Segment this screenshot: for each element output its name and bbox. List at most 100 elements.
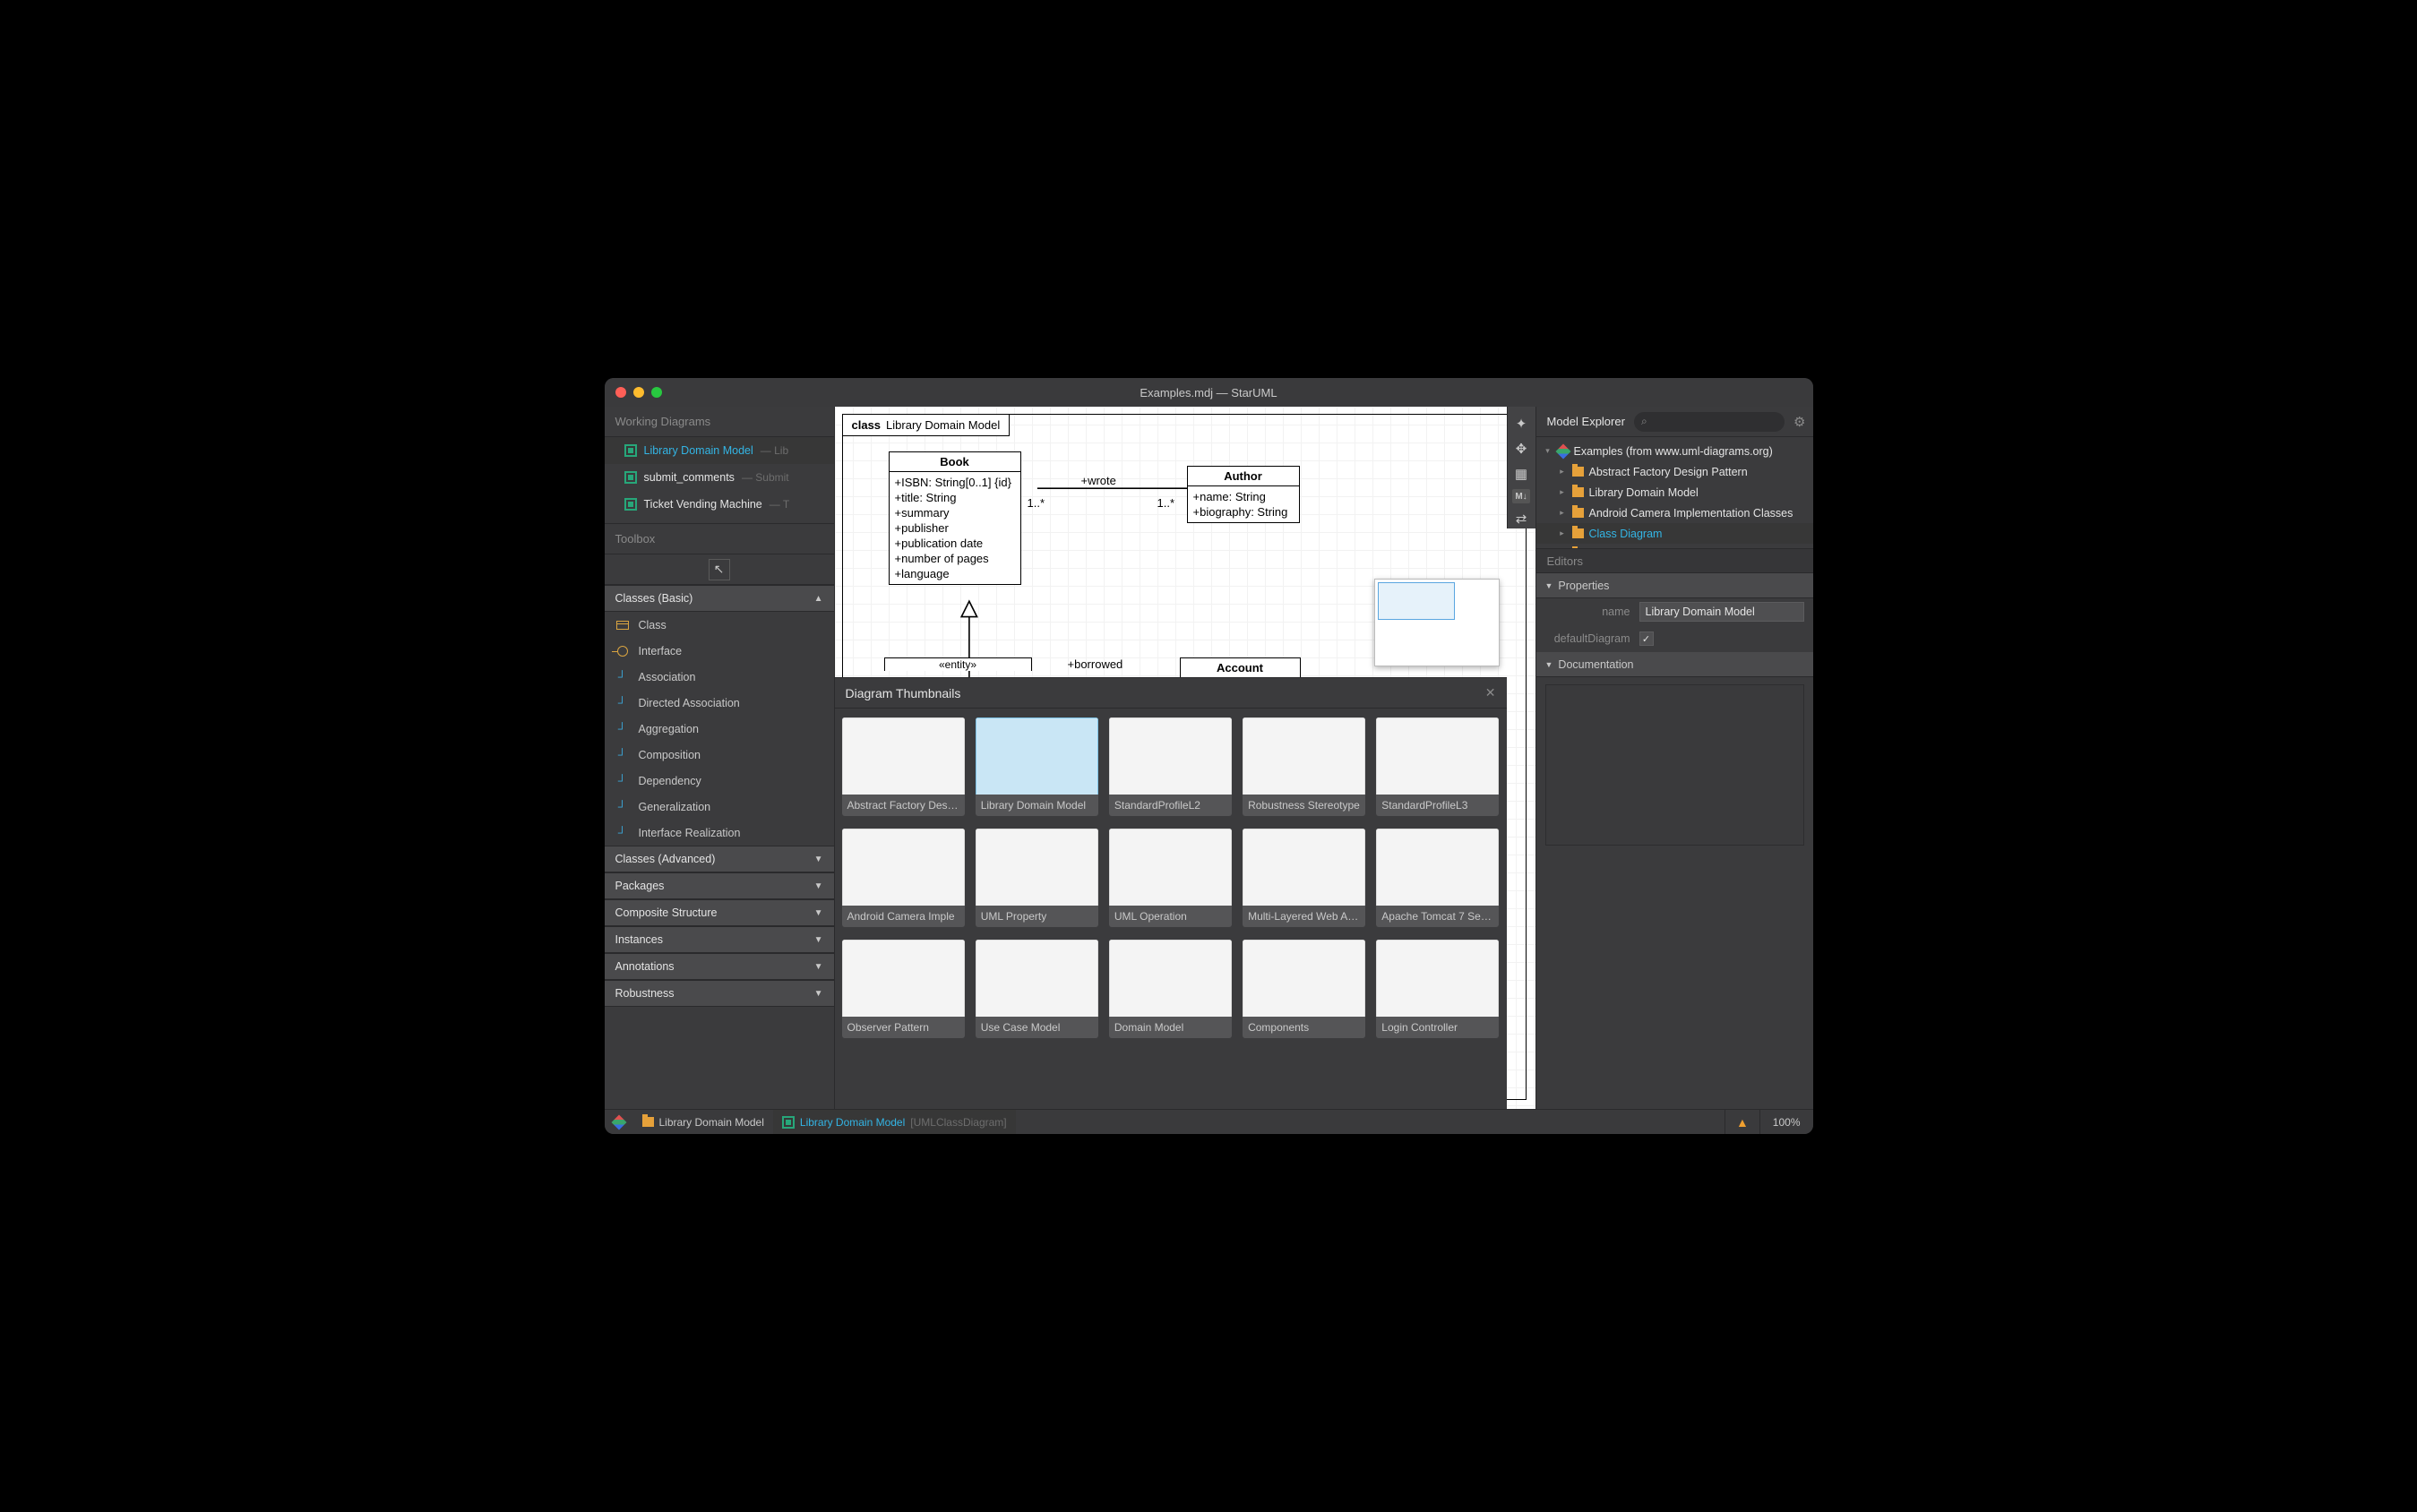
thumbnail-item[interactable]: Multi-Layered Web Arch — [1243, 829, 1365, 927]
share-icon[interactable]: ⇄ — [1511, 509, 1531, 528]
close-thumbnails-button[interactable]: ✕ — [1485, 685, 1496, 700]
toolbox-section[interactable]: Annotations▼ — [605, 953, 834, 980]
toolbox-item[interactable]: Class — [605, 612, 834, 638]
thumbnail-preview — [976, 940, 1098, 1017]
documentation-heading: Documentation — [1558, 658, 1633, 671]
gear-icon[interactable]: ⚙ — [1793, 414, 1805, 430]
thumbnail-item[interactable]: Components — [1243, 940, 1365, 1038]
working-diagrams-title: Working Diagrams — [605, 407, 834, 437]
uml-class-entity[interactable]: «entity» — [884, 657, 1032, 671]
minimap[interactable] — [1374, 579, 1500, 666]
search-input[interactable] — [1653, 414, 1777, 429]
status-cube[interactable] — [605, 1110, 633, 1134]
uml-class-account[interactable]: Account — [1180, 657, 1301, 677]
thumbnail-item[interactable]: StandardProfileL3 — [1376, 717, 1499, 816]
prop-defaultdiagram-checkbox[interactable]: ✓ — [1639, 631, 1654, 646]
toolbox-item[interactable]: ┘Generalization — [605, 794, 834, 820]
class-attributes: +ISBN: String[0..1] {id} +title: String … — [890, 472, 1020, 584]
close-window-button[interactable] — [615, 387, 626, 398]
maximize-window-button[interactable] — [651, 387, 662, 398]
uml-class-author[interactable]: Author +name: String +biography: String — [1187, 466, 1300, 523]
tree-root[interactable]: ▾Examples (from www.uml-diagrams.org) — [1536, 441, 1813, 461]
twisty-icon: ▸ — [1558, 467, 1567, 477]
uml-class-book[interactable]: Book +ISBN: String[0..1] {id} +title: St… — [889, 451, 1021, 585]
toolbox-item[interactable]: ┘Composition — [605, 742, 834, 768]
tree-item[interactable]: ▸Library Domain Model — [1536, 482, 1813, 503]
thumbnail-label: Multi-Layered Web Arch — [1243, 906, 1365, 927]
window-controls — [615, 387, 662, 398]
toolbox-list: Classes (Basic) ▲ ClassInterface┘Associati… — [605, 585, 834, 1109]
thumbnail-item[interactable]: Abstract Factory Design — [842, 717, 965, 816]
toolbox-section-label: Composite Structure — [615, 906, 718, 919]
toolbox-item-label: Interface Realization — [639, 827, 741, 839]
diagram-canvas-viewport[interactable]: class Library Domain Model Book +ISBN: St… — [835, 407, 1535, 1109]
working-diagram-item[interactable]: Library Domain Model— Lib — [605, 437, 834, 464]
toolbox-item[interactable]: ┘Association — [605, 664, 834, 690]
grid-icon[interactable]: ▦ — [1511, 464, 1531, 484]
thumbnail-item[interactable]: Apache Tomcat 7 Serve — [1376, 829, 1499, 927]
thumbnail-item[interactable]: Android Camera Imple — [842, 829, 965, 927]
markdown-icon[interactable]: M↓ — [1512, 489, 1530, 503]
thumbnail-item[interactable]: Library Domain Model — [976, 717, 1098, 816]
toolbox-section[interactable]: Instances▼ — [605, 926, 834, 953]
working-diagram-item[interactable]: submit_comments— Submit — [605, 464, 834, 491]
extensions-icon[interactable]: ✦ — [1511, 414, 1531, 434]
documentation-textarea[interactable] — [1545, 684, 1804, 846]
package-icon — [1572, 467, 1584, 477]
toolbox-pointer-row: ↖ — [605, 554, 834, 585]
warnings-button[interactable]: ▲ — [1725, 1110, 1759, 1134]
relation-icon: ┘ — [615, 670, 630, 684]
thumbnail-item[interactable]: Robustness Stereotype — [1243, 717, 1365, 816]
zoom-display[interactable]: 100% — [1759, 1110, 1813, 1134]
minimize-window-button[interactable] — [633, 387, 644, 398]
relation-icon: ┘ — [615, 748, 630, 762]
thumbnails-title: Diagram Thumbnails — [846, 686, 961, 700]
thumbnail-preview — [842, 717, 965, 795]
prop-name-input[interactable] — [1639, 602, 1804, 622]
working-diagram-item[interactable]: Ticket Vending Machine— T — [605, 491, 834, 518]
documentation-section-header[interactable]: ▼ Documentation — [1536, 652, 1813, 677]
toolbox-section[interactable]: Packages▼ — [605, 872, 834, 899]
toolbox-section[interactable]: Classes (Basic) ▲ — [605, 585, 834, 612]
tree-item[interactable]: ▸Class Diagram — [1536, 523, 1813, 544]
toolbox-section-label: Annotations — [615, 960, 675, 973]
pointer-tool-button[interactable]: ↖ — [709, 559, 730, 580]
toolbox-item[interactable]: ┘ Interface Realization — [605, 820, 834, 846]
thumbnails-header: Diagram Thumbnails ✕ — [835, 678, 1507, 709]
toolbox-section-label: Classes (Basic) — [615, 592, 693, 605]
move-icon[interactable]: ✥ — [1511, 439, 1531, 459]
thumbnail-item[interactable]: StandardProfileL2 — [1109, 717, 1232, 816]
relation-icon: ┘ — [615, 774, 630, 788]
thumbnail-item[interactable]: Login Controller — [1376, 940, 1499, 1038]
class-name: Account — [1181, 658, 1300, 677]
chevron-icon: ▲ — [814, 594, 823, 604]
package-icon — [1572, 487, 1584, 497]
relation-icon: ┘ — [615, 826, 630, 840]
toolbox-item[interactable]: ┘Aggregation — [605, 716, 834, 742]
toolbox-item[interactable]: ┘Directed Association — [605, 690, 834, 716]
working-diagram-sub: — T — [770, 498, 789, 511]
toolbox-section[interactable]: Classes (Advanced)▼ — [605, 846, 834, 872]
tree-item[interactable]: ▸Android Camera Implementation Classes — [1536, 503, 1813, 523]
breadcrumb-diagram[interactable]: Library Domain Model [UMLClassDiagram] — [773, 1110, 1016, 1134]
toolbox-section[interactable]: Robustness▼ — [605, 980, 834, 1007]
thumbnail-item[interactable]: UML Operation — [1109, 829, 1232, 927]
properties-section-header[interactable]: ▼ Properties — [1536, 573, 1813, 598]
toolbox-item[interactable]: ┘Dependency — [605, 768, 834, 794]
working-diagram-sub: — Submit — [742, 471, 789, 484]
frame-kind: class — [852, 418, 882, 432]
thumbnail-preview — [1109, 717, 1232, 795]
prop-key-name: name — [1545, 606, 1630, 618]
toolbox-section[interactable]: Composite Structure ▼ — [605, 899, 834, 926]
thumbnail-item[interactable]: Use Case Model — [976, 940, 1098, 1038]
chevron-icon: ▼ — [814, 908, 823, 918]
model-explorer-search[interactable]: ⌕ — [1634, 412, 1785, 432]
thumbnail-item[interactable]: Domain Model — [1109, 940, 1232, 1038]
thumbnail-item[interactable]: UML Property — [976, 829, 1098, 927]
tree-item[interactable]: ▸Abstract Factory Design Pattern — [1536, 461, 1813, 482]
association-label-borrowed: +borrowed — [1068, 657, 1123, 671]
thumbnail-preview — [976, 829, 1098, 906]
toolbox-item[interactable]: Interface — [605, 638, 834, 664]
thumbnail-item[interactable]: Observer Pattern — [842, 940, 965, 1038]
breadcrumb-model[interactable]: Library Domain Model — [633, 1110, 773, 1134]
